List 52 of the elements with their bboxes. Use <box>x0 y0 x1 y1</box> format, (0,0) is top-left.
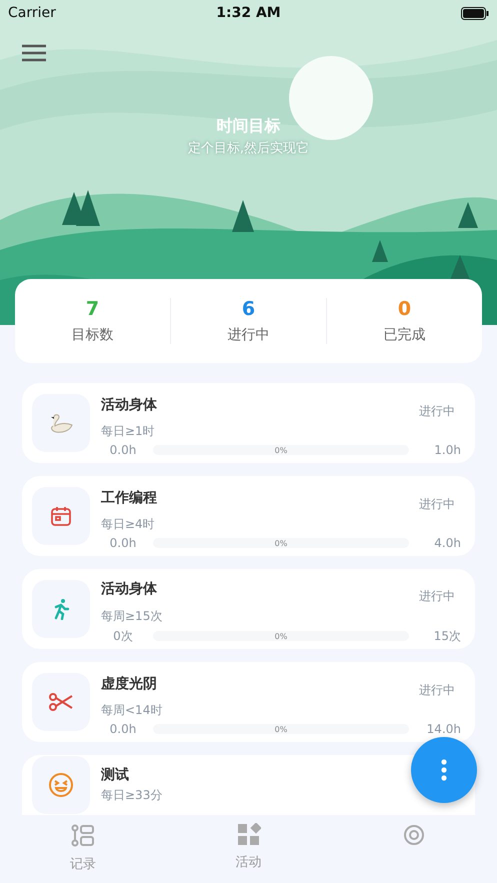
target-icon <box>402 823 426 847</box>
goal-card[interactable]: 测试 每日≥33分 <box>22 755 475 815</box>
laughing-face-icon <box>48 772 74 798</box>
more-icon <box>441 759 447 781</box>
current-amount: 0.0h <box>108 722 138 736</box>
running-person-icon <box>52 598 70 620</box>
goal-title: 工作编程 <box>101 488 157 506</box>
target-amount: 14.0h <box>426 722 461 736</box>
goal-rule: 每周≥15次 <box>101 608 164 624</box>
goal-card[interactable]: 活动身体 进行中 每周≥15次 0次 0% 15次 <box>22 569 475 649</box>
battery-icon <box>461 6 489 20</box>
goal-status: 进行中 <box>419 403 455 420</box>
current-amount: 0.0h <box>108 443 138 457</box>
goal-title: 虚度光阴 <box>101 674 157 692</box>
current-amount: 0.0h <box>108 536 138 550</box>
stat-label: 目标数 <box>72 326 114 344</box>
page-subtitle: 定个目标,然后实现它 <box>188 140 310 157</box>
calendar-icon <box>49 504 73 528</box>
goal-rule: 每日≥4时 <box>101 516 156 533</box>
clock-time: 1:32 AM <box>216 5 281 21</box>
target-amount: 15次 <box>432 628 461 644</box>
target-amount: 4.0h <box>433 536 461 550</box>
carrier-label: Carrier <box>8 5 56 21</box>
progress-percent: 0% <box>274 632 288 640</box>
goal-status: 进行中 <box>419 496 455 513</box>
progress-percent: 0% <box>274 724 288 734</box>
progress-percent: 0% <box>274 538 288 548</box>
grid-icon <box>236 823 260 847</box>
stat-value: 6 <box>242 298 256 320</box>
stat-label: 进行中 <box>228 326 270 344</box>
target-amount: 1.0h <box>433 443 461 457</box>
stat-value: 7 <box>86 298 100 320</box>
list-icon <box>70 823 96 849</box>
goal-title: 测试 <box>101 766 129 784</box>
goal-card[interactable]: 活动身体 进行中 每日≥1时 0.0h 0% 1.0h <box>22 383 475 463</box>
goal-rule: 每日≥1时 <box>101 423 156 440</box>
swan-icon <box>48 413 74 433</box>
current-amount: 0次 <box>112 628 134 644</box>
goal-status: 进行中 <box>419 588 455 604</box>
stat-value: 0 <box>398 298 412 320</box>
stat-label: 已完成 <box>384 326 426 344</box>
menu-button[interactable] <box>22 44 46 64</box>
scissors-icon <box>48 692 74 712</box>
goal-card[interactable]: 虚度光阴 进行中 每周<14时 0.0h 0% 14.0h <box>22 662 475 742</box>
goal-rule: 每日≥33分 <box>101 787 164 804</box>
goal-title: 活动身体 <box>101 580 157 598</box>
goal-status: 进行中 <box>419 682 455 699</box>
goal-rule: 每周<14时 <box>101 702 164 719</box>
goal-card[interactable]: 工作编程 进行中 每日≥4时 0.0h 0% 4.0h <box>22 476 475 556</box>
progress-percent: 0% <box>274 446 288 454</box>
page-title: 时间目标 <box>216 116 280 137</box>
goal-title: 活动身体 <box>101 396 157 414</box>
